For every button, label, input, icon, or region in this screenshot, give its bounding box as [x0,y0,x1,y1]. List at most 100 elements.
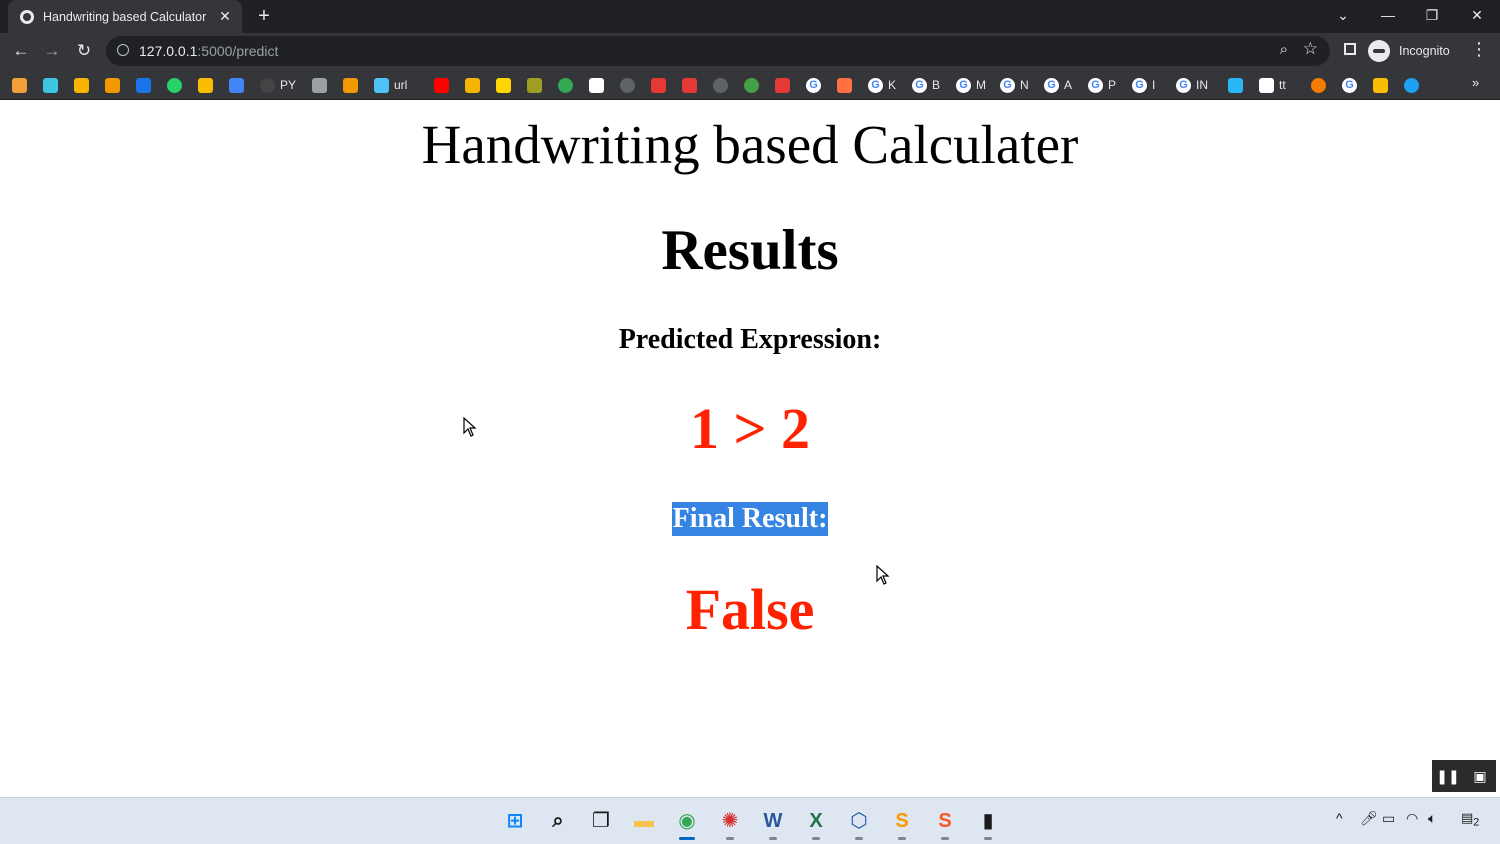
bookmark-item[interactable]: GK [868,76,896,94]
davinci-icon[interactable]: ✺ [717,808,743,840]
new-tab-button[interactable]: + [254,5,274,27]
incognito-label: Incognito [1399,44,1450,58]
notification-center-icon[interactable]: ▤2 [1461,810,1479,829]
bookmark-item[interactable]: GB [912,76,940,94]
bookmark-item[interactable]: GI [1132,76,1155,94]
bookmark-item[interactable]: G [806,76,821,94]
bookmark-item[interactable] [589,76,604,94]
bookmark-item[interactable]: GP [1088,76,1116,94]
chrome-icon[interactable]: ◉ [674,808,700,840]
wifi-icon[interactable]: ◠ [1406,810,1418,827]
bookmark-item[interactable]: PY [260,76,296,94]
google-icon: G [1000,77,1015,93]
terminal-icon[interactable]: ▮ [975,808,1001,840]
bookmark-item[interactable] [496,76,511,94]
bookmark-item[interactable] [682,76,697,94]
p-icon [496,77,511,93]
forward-button[interactable]: → [40,39,64,63]
pinwheel-icon [1373,77,1388,93]
bookmark-item[interactable] [775,76,790,94]
final-result-row: Final Result: [0,502,1500,536]
grid-icon [136,77,151,93]
bookmark-item[interactable] [744,76,759,94]
zoom-icon[interactable]: ⌕ [1280,41,1288,58]
battery-icon[interactable]: ▭ [1382,810,1395,827]
terminal-icon-glyph: ▮ [982,810,994,832]
sourcetree-icon-glyph: S [938,810,952,832]
bookmark-item[interactable] [651,76,666,94]
sublime-icon[interactable]: S [889,808,915,840]
close-tab-icon[interactable]: ✕ [214,8,236,25]
bookmark-item[interactable] [465,76,480,94]
tab-active[interactable]: Handwriting based Calculator ✕ [8,0,242,33]
bookmark-item[interactable]: tt [1259,76,1286,94]
picture-icon[interactable]: ▣ [1464,760,1496,792]
bookmark-item[interactable] [12,76,27,94]
browser-toolbar: ← → ↻ 127.0.0.1:5000/predict ⌕ ☆ Incogni… [0,33,1500,69]
start-icon-glyph: ⊞ [506,810,524,832]
sourcetree-icon[interactable]: S [932,808,958,840]
bookmark-item[interactable] [713,76,728,94]
close-window-button[interactable]: ✕ [1457,0,1497,30]
azure-icon [1228,77,1243,93]
tab-search-icon[interactable]: ⌄ [1323,0,1363,30]
bookmark-item[interactable] [312,76,327,94]
ads-icon [198,77,213,93]
final-result-label: Final Result: [671,502,829,536]
site-info-icon[interactable] [117,44,129,56]
bookmark-item[interactable] [837,76,852,94]
address-bar[interactable]: 127.0.0.1:5000/predict ⌕ ☆ [106,36,1330,66]
drive-icon [229,77,244,93]
bookmark-item[interactable] [136,76,151,94]
bookmark-item[interactable] [167,76,182,94]
bookmark-label: M [976,78,986,92]
word-icon[interactable]: W [760,808,786,840]
volume-icon[interactable]: 🔈︎ [1428,810,1436,827]
reload-button[interactable]: ↻ [72,39,96,63]
bookmark-item[interactable]: G [1342,76,1357,94]
bookmark-item[interactable]: GA [1044,76,1072,94]
microphone-icon[interactable]: 🎤︎ [1360,810,1378,827]
virtualbox-icon-glyph: ⬡ [850,810,868,832]
url-text[interactable]: 127.0.0.1:5000/predict [139,43,278,59]
bookmark-label: N [1020,78,1029,92]
start-icon[interactable]: ⊞ [502,808,528,834]
bookmark-star-icon[interactable]: ☆ [1303,39,1318,59]
final-result-value: False [685,577,815,642]
bookmark-item[interactable] [1404,76,1419,94]
back-button[interactable]: ← [9,39,33,63]
browser-menu-icon[interactable]: ⋮ [1470,39,1488,60]
bookmark-item[interactable]: GM [956,76,986,94]
bookmark-item[interactable] [1373,76,1388,94]
pause-icon[interactable]: ❚❚ [1432,760,1464,792]
bookmark-item[interactable] [1228,76,1243,94]
bookmark-item[interactable]: GN [1000,76,1029,94]
running-indicator [812,837,820,840]
search-icon[interactable]: ⌕ [545,808,571,834]
task-view-icon-glyph: ❐ [592,810,610,832]
restore-button[interactable]: ❐ [1412,0,1452,30]
running-indicator [679,837,695,840]
tray-overflow-icon[interactable]: ^ [1336,810,1343,826]
bookmark-item[interactable] [434,76,449,94]
bookmark-item[interactable]: url [374,76,407,94]
note-icon [589,77,604,93]
bookmark-item[interactable] [343,76,358,94]
bookmark-item[interactable] [74,76,89,94]
bookmark-item[interactable] [527,76,542,94]
side-panel-icon[interactable] [1344,43,1356,55]
bookmark-item[interactable] [198,76,213,94]
bookmark-item[interactable] [620,76,635,94]
file-explorer-icon[interactable]: ▬ [631,808,657,834]
virtualbox-icon[interactable]: ⬡ [846,808,872,840]
excel-icon[interactable]: X [803,808,829,840]
task-view-icon[interactable]: ❐ [588,808,614,834]
bookmark-item[interactable] [229,76,244,94]
minimize-button[interactable]: — [1368,0,1408,30]
bookmark-item[interactable] [43,76,58,94]
bookmark-item[interactable] [1311,76,1326,94]
bookmark-item[interactable] [105,76,120,94]
more-bookmarks-icon[interactable]: » [1472,75,1479,90]
bookmark-item[interactable]: G IN [1176,76,1208,94]
bookmark-item[interactable] [558,76,573,94]
